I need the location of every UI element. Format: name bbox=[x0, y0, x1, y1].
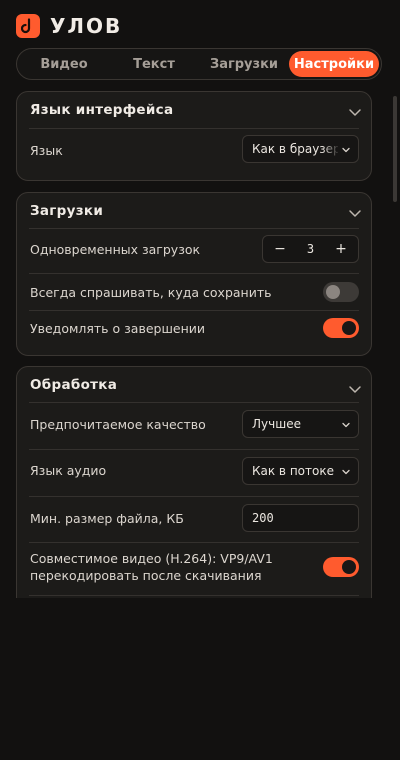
preferred-quality-label: Предпочитаемое качество bbox=[30, 417, 206, 432]
section-title: Язык интерфейса bbox=[30, 102, 174, 118]
divider bbox=[29, 496, 359, 497]
concurrent-downloads-stepper: − 3 + bbox=[262, 235, 359, 263]
divider bbox=[29, 449, 359, 450]
ask-location-toggle[interactable] bbox=[323, 282, 359, 302]
chevron-down-icon bbox=[342, 469, 350, 475]
divider bbox=[29, 128, 359, 129]
min-file-size-input[interactable] bbox=[242, 504, 359, 532]
concurrent-downloads-value: 3 bbox=[306, 242, 315, 256]
empty-bottom-area bbox=[0, 598, 400, 760]
section-title: Обработка bbox=[30, 377, 118, 393]
notify-completion-label: Уведомлять о завершении bbox=[30, 321, 205, 336]
compat-video-toggle[interactable] bbox=[323, 557, 359, 577]
concurrent-downloads-label: Одновременных загрузок bbox=[30, 242, 201, 257]
downloads-header[interactable]: Загрузки bbox=[17, 193, 371, 229]
toggle-knob bbox=[342, 560, 356, 574]
chevron-down-icon bbox=[342, 422, 350, 428]
settings-scroll-area: Язык интерфейса Язык Как в браузере Загр… bbox=[0, 90, 400, 598]
tab-bar: Видео Текст Загрузки Настройки bbox=[16, 48, 382, 80]
divider bbox=[29, 542, 359, 543]
preferred-quality-select[interactable]: Лучшее bbox=[242, 410, 359, 438]
select-fade bbox=[322, 137, 340, 161]
tab-downloads[interactable]: Загрузки bbox=[199, 51, 289, 77]
tab-text[interactable]: Текст bbox=[109, 51, 199, 77]
increment-button[interactable]: + bbox=[334, 241, 348, 257]
language-label: Язык bbox=[30, 143, 63, 158]
chevron-down-icon[interactable] bbox=[347, 381, 363, 397]
tab-video[interactable]: Видео bbox=[19, 51, 109, 77]
min-file-size-label: Мин. размер файла, КБ bbox=[30, 511, 184, 526]
app-brand: УЛОВ bbox=[50, 14, 123, 38]
audio-language-value: Как в потоке bbox=[252, 464, 334, 478]
audio-language-label: Язык аудио bbox=[30, 463, 107, 478]
language-select[interactable]: Как в браузере bbox=[242, 135, 359, 163]
audio-language-select[interactable]: Как в потоке bbox=[242, 457, 359, 485]
section-title: Загрузки bbox=[30, 203, 104, 219]
chevron-down-icon[interactable] bbox=[347, 104, 363, 120]
divider bbox=[29, 595, 359, 596]
processing-card: Обработка Предпочитаемое качество Лучшее… bbox=[16, 366, 372, 598]
divider bbox=[29, 228, 359, 229]
notify-completion-toggle[interactable] bbox=[323, 318, 359, 338]
toggle-knob bbox=[342, 321, 356, 335]
tab-settings[interactable]: Настройки bbox=[289, 51, 379, 77]
interface-language-header[interactable]: Язык интерфейса bbox=[17, 92, 371, 128]
toggle-knob bbox=[326, 285, 340, 299]
decrement-button[interactable]: − bbox=[273, 241, 287, 257]
divider bbox=[29, 273, 359, 274]
ask-location-label: Всегда спрашивать, куда сохранить bbox=[30, 285, 272, 300]
compat-video-label-line1: Совместимое видео (H.264): VP9/AV1 bbox=[30, 551, 273, 566]
divider bbox=[29, 310, 359, 311]
chevron-down-icon[interactable] bbox=[347, 205, 363, 221]
divider bbox=[29, 402, 359, 403]
preferred-quality-value: Лучшее bbox=[252, 417, 301, 431]
app-header: УЛОВ bbox=[16, 12, 122, 40]
interface-language-card: Язык интерфейса Язык Как в браузере bbox=[16, 91, 372, 181]
downloads-card: Загрузки Одновременных загрузок − 3 + Вс… bbox=[16, 192, 372, 356]
processing-header[interactable]: Обработка bbox=[17, 367, 371, 403]
logo-icon bbox=[16, 14, 40, 38]
chevron-down-icon bbox=[342, 147, 350, 153]
compat-video-label-line2: перекодировать после скачивания bbox=[30, 568, 262, 583]
